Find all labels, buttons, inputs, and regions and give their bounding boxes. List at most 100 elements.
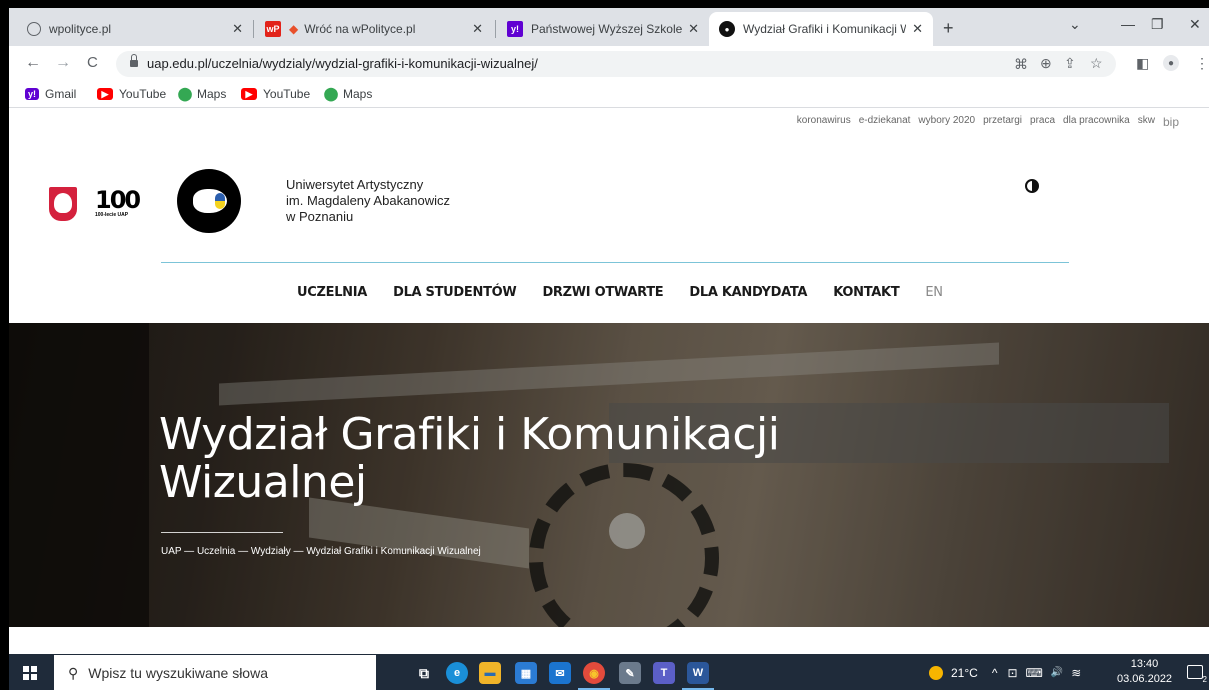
edge-icon[interactable]: e bbox=[446, 662, 468, 684]
zoom-icon[interactable]: ⊕ bbox=[1040, 55, 1052, 72]
tab-wydzial-grafiki[interactable]: ● Wydział Grafiki i Komunikacji Wiz ✕ bbox=[709, 12, 933, 46]
bookmark-youtube[interactable]: ▶ YouTube bbox=[97, 87, 166, 101]
teams-icon[interactable]: T bbox=[653, 662, 675, 684]
keyboard-icon[interactable]: ⌨ bbox=[1026, 666, 1043, 680]
close-window-button[interactable]: ✕ bbox=[1189, 16, 1201, 33]
tray-app-icon[interactable]: ⊡ bbox=[1007, 666, 1017, 680]
header-divider bbox=[161, 262, 1069, 263]
nav-item-uczelnia[interactable]: UCZELNIA bbox=[297, 285, 367, 300]
menu-kebab-icon[interactable]: ⋮ bbox=[1195, 55, 1209, 72]
restore-button[interactable]: ❐ bbox=[1151, 16, 1164, 33]
language-switch[interactable]: EN bbox=[925, 285, 943, 300]
share-icon[interactable]: ⇪ bbox=[1064, 55, 1076, 72]
forward-button[interactable]: → bbox=[55, 54, 71, 72]
bookmark-label: Maps bbox=[343, 87, 373, 101]
windows-start-icon[interactable] bbox=[23, 666, 37, 680]
notification-count: 2 bbox=[1202, 675, 1207, 684]
close-tab-icon[interactable]: ✕ bbox=[472, 21, 483, 37]
bookmark-label: YouTube bbox=[263, 87, 311, 101]
close-tab-icon[interactable]: ✕ bbox=[688, 21, 699, 37]
tab-pwss[interactable]: y! Państwowej Wyższej Szkole Sztuk ✕ bbox=[497, 12, 709, 46]
bookmark-youtube-2[interactable]: ▶ YouTube bbox=[241, 87, 310, 101]
bookmark-maps-2[interactable]: ⬤ Maps bbox=[324, 86, 373, 101]
diamond-icon: ◆ bbox=[289, 22, 299, 36]
tab-wpolityce[interactable]: wpolityce.pl ✕ bbox=[17, 12, 253, 46]
poland-emblem-icon[interactable] bbox=[49, 187, 77, 221]
weather-sun-icon[interactable] bbox=[929, 665, 943, 680]
bookmark-maps[interactable]: ⬤ Maps bbox=[178, 86, 227, 101]
yahoo-icon: y! bbox=[507, 21, 523, 37]
utility-link[interactable]: skw bbox=[1138, 115, 1155, 129]
taskbar-search-input[interactable]: ⚲ Wpisz tu wyszukiwane słowa bbox=[54, 655, 376, 690]
chevron-up-icon[interactable]: ^ bbox=[992, 666, 998, 680]
close-tab-icon[interactable]: ✕ bbox=[232, 21, 243, 37]
web-page: koronawirus e-dziekanat wybory 2020 prze… bbox=[9, 109, 1209, 654]
system-tray: 21°C ^ ⊡ ⌨ 🔊 ≋ bbox=[929, 654, 1081, 690]
hero-banner: Wydział Grafiki i Komunikacji Wizualnej … bbox=[9, 323, 1209, 627]
bookmark-gmail[interactable]: y! Gmail bbox=[25, 87, 76, 101]
bip-link[interactable]: bip bbox=[1163, 115, 1179, 129]
task-view-icon[interactable]: ⧉ bbox=[413, 662, 435, 684]
page-title-line: Wizualnej bbox=[159, 457, 367, 508]
store-icon[interactable]: ▦ bbox=[515, 662, 537, 684]
weather-temperature[interactable]: 21°C bbox=[951, 666, 978, 680]
address-bar[interactable]: uap.edu.pl/uczelnia/wydzialy/wydzial-gra… bbox=[116, 51, 1116, 77]
reload-button[interactable]: C bbox=[87, 54, 98, 71]
clock-date: 03.06.2022 bbox=[1117, 673, 1173, 685]
bookmark-star-icon[interactable]: ☆ bbox=[1090, 55, 1103, 72]
tab-title: Wróć na wPolityce.pl bbox=[304, 22, 416, 36]
new-tab-button[interactable]: + bbox=[943, 18, 954, 39]
utility-link[interactable]: dla pracownika bbox=[1063, 115, 1130, 129]
tab-title: Państwowej Wyższej Szkole Sztuk bbox=[531, 22, 683, 36]
youtube-icon: ▶ bbox=[97, 88, 113, 100]
address-toolbar: ← → C uap.edu.pl/uczelnia/wydzialy/wydzi… bbox=[9, 46, 1209, 82]
wpolityce-icon: wP bbox=[265, 21, 281, 37]
main-navigation: UCZELNIA DLA STUDENTÓW DRZWI OTWARTE DLA… bbox=[297, 285, 969, 300]
bookmark-label: Gmail bbox=[45, 87, 77, 101]
wifi-icon[interactable]: ≋ bbox=[1071, 666, 1081, 680]
url-text[interactable]: uap.edu.pl/uczelnia/wydzialy/wydzial-gra… bbox=[147, 56, 538, 71]
word-icon[interactable]: W bbox=[687, 662, 709, 684]
tab-separator bbox=[495, 20, 496, 38]
uap-icon: ● bbox=[719, 21, 735, 37]
mail-icon[interactable]: ✉ bbox=[549, 662, 571, 684]
utility-link[interactable]: przetargi bbox=[983, 115, 1022, 129]
lock-icon[interactable] bbox=[130, 54, 138, 67]
uap-logo[interactable] bbox=[177, 169, 241, 233]
centenary-logo[interactable]: 100 100-lecie UAP bbox=[95, 186, 145, 224]
utility-link[interactable]: wybory 2020 bbox=[918, 115, 975, 129]
page-title-line: Wydział Grafiki i Komunikacji bbox=[159, 409, 780, 460]
nav-item-dla-studentow[interactable]: DLA STUDENTÓW bbox=[393, 285, 517, 300]
profile-avatar-icon[interactable]: ● bbox=[1163, 55, 1179, 71]
close-tab-icon[interactable]: ✕ bbox=[912, 21, 923, 37]
utility-link[interactable]: praca bbox=[1030, 115, 1055, 129]
windows-taskbar: ⚲ Wpisz tu wyszukiwane słowa ⧉ e ▬ ▦ ✉ ◉… bbox=[9, 654, 1209, 690]
university-name-line: Uniwersytet Artystyczny bbox=[286, 177, 424, 192]
nav-item-kontakt[interactable]: KONTAKT bbox=[833, 285, 899, 300]
volume-icon[interactable]: 🔊 bbox=[1051, 667, 1063, 678]
bookmark-label: YouTube bbox=[119, 87, 167, 101]
utility-links: koronawirus e-dziekanat wybory 2020 prze… bbox=[797, 115, 1179, 129]
side-panel-icon[interactable]: ◧ bbox=[1136, 55, 1149, 72]
university-name[interactable]: Uniwersytet Artystyczny im. Magdaleny Ab… bbox=[286, 177, 450, 225]
file-explorer-icon[interactable]: ▬ bbox=[479, 662, 501, 684]
tab-search-icon[interactable]: ⌄ bbox=[1069, 16, 1081, 33]
utility-link[interactable]: koronawirus bbox=[797, 115, 851, 129]
nav-item-dla-kandydata[interactable]: DLA KANDYDATA bbox=[689, 285, 807, 300]
paint-icon[interactable]: ✎ bbox=[619, 662, 641, 684]
system-clock[interactable]: 13:40 03.06.2022 bbox=[1117, 657, 1172, 687]
clock-time: 13:40 bbox=[1130, 658, 1159, 670]
notification-icon[interactable]: 2 bbox=[1187, 665, 1207, 684]
translate-icon[interactable]: ⌘ bbox=[1014, 56, 1028, 73]
chrome-icon[interactable]: ◉ bbox=[583, 662, 605, 684]
nav-item-drzwi-otwarte[interactable]: DRZWI OTWARTE bbox=[542, 285, 663, 300]
browser-window: wpolityce.pl ✕ wP ◆ Wróć na wPolityce.pl… bbox=[8, 7, 1209, 690]
breadcrumb[interactable]: UAP — Uczelnia — Wydziały — Wydział Graf… bbox=[161, 546, 481, 557]
contrast-toggle-icon[interactable] bbox=[1025, 179, 1039, 193]
bookmarks-bar: y! Gmail ▶ YouTube ⬤ Maps ▶ YouTube ⬤ Ma… bbox=[9, 82, 1209, 108]
title-underline bbox=[161, 532, 283, 533]
back-button[interactable]: ← bbox=[25, 54, 41, 72]
utility-link[interactable]: e-dziekanat bbox=[859, 115, 911, 129]
tab-wroc-wpolityce[interactable]: wP ◆ Wróć na wPolityce.pl ✕ bbox=[255, 12, 493, 46]
minimize-button[interactable]: — bbox=[1121, 16, 1135, 32]
